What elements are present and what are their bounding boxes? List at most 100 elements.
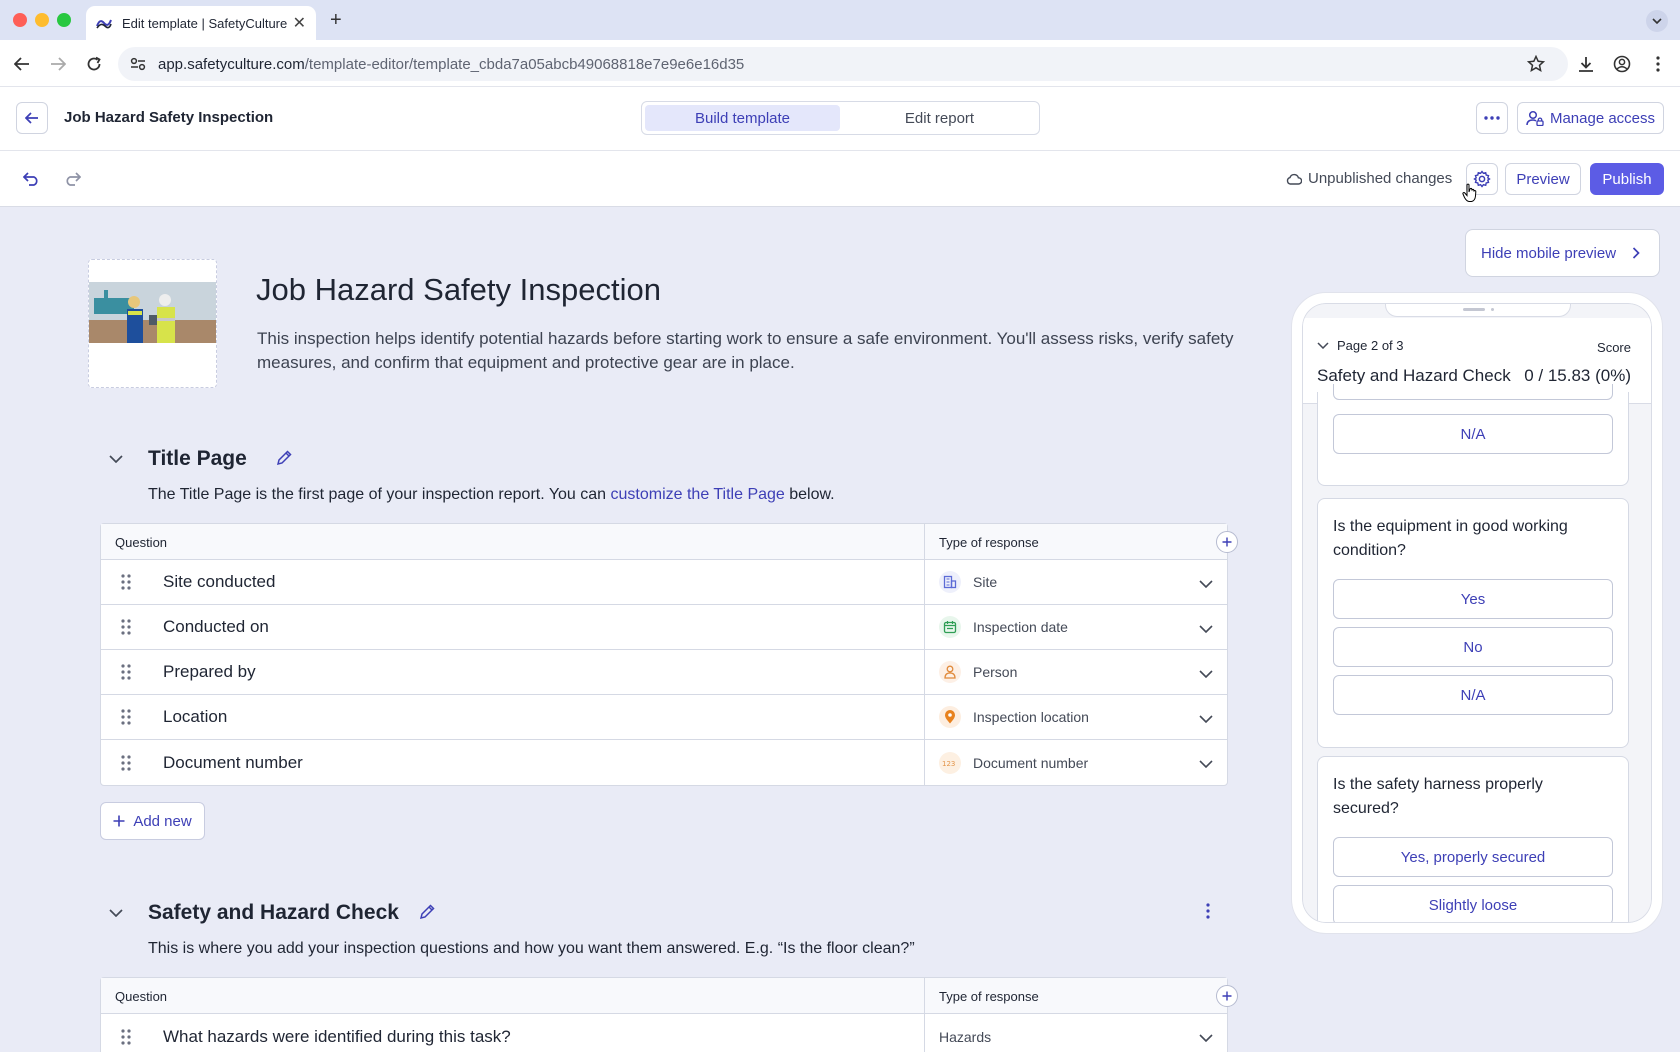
title-page-heading[interactable]: Title Page — [148, 447, 247, 471]
table-row[interactable]: Prepared by Person — [101, 650, 1227, 695]
chevron-down-icon[interactable] — [1199, 665, 1213, 681]
column-header-type: Type of response — [939, 535, 1039, 550]
collapse-safety-section-chevron-icon[interactable] — [106, 903, 126, 923]
bookmark-star-icon[interactable] — [1524, 52, 1548, 76]
chevron-down-icon[interactable] — [1199, 710, 1213, 726]
chevron-down-icon[interactable] — [1199, 755, 1213, 771]
response-type-select[interactable]: Site — [925, 560, 1227, 604]
question-text[interactable]: Prepared by — [151, 662, 256, 682]
table-row[interactable]: Location Inspection location — [101, 695, 1227, 740]
response-option[interactable]: N/A — [1333, 414, 1613, 454]
response-option-partial[interactable] — [1333, 384, 1613, 400]
question-text: Is the safety harness properly secured? — [1333, 776, 1543, 817]
close-window-button[interactable] — [13, 13, 27, 27]
response-option[interactable]: Yes — [1333, 579, 1613, 619]
response-type-select[interactable]: Person — [925, 650, 1227, 694]
forward-arrow-icon[interactable] — [46, 52, 70, 76]
question-card: N/A — [1317, 384, 1629, 486]
hide-mobile-preview-button[interactable]: Hide mobile preview — [1465, 229, 1660, 277]
chevron-down-icon[interactable] — [1199, 620, 1213, 636]
svg-text:123: 123 — [942, 760, 955, 768]
response-type-label: Document number — [973, 754, 1089, 771]
minimize-window-button[interactable] — [35, 13, 49, 27]
response-option[interactable]: N/A — [1333, 675, 1613, 715]
question-text[interactable]: Document number — [151, 753, 303, 773]
question-text[interactable]: What hazards were identified during this… — [151, 1027, 511, 1047]
undo-icon[interactable] — [21, 168, 43, 190]
edit-title-page-pencil-icon[interactable] — [273, 447, 295, 469]
page-selector[interactable]: Page 2 of 3 — [1317, 338, 1404, 353]
tab-build-template[interactable]: Build template — [645, 105, 840, 131]
drag-handle-icon[interactable] — [101, 709, 151, 725]
maximize-window-button[interactable] — [57, 13, 71, 27]
publish-button[interactable]: Publish — [1590, 163, 1664, 195]
url-path: /template-editor/template_cbda7a05abcb49… — [304, 55, 745, 73]
edit-safety-section-pencil-icon[interactable] — [416, 901, 438, 923]
table-row[interactable]: Document number 123 Document number — [101, 740, 1227, 785]
safety-section-heading[interactable]: Safety and Hazard Check — [148, 901, 399, 925]
table-row[interactable]: Conducted on Inspection date — [101, 605, 1227, 650]
question-text[interactable]: Location — [151, 707, 227, 727]
reload-icon[interactable] — [82, 52, 106, 76]
browser-menu-icon[interactable] — [1646, 52, 1670, 76]
question-text[interactable]: Site conducted — [151, 572, 275, 592]
response-option[interactable]: Yes, properly secured — [1333, 837, 1613, 877]
response-type-select[interactable]: Hazards — [925, 1014, 1227, 1052]
response-option[interactable]: No — [1333, 627, 1613, 667]
drag-handle-icon[interactable] — [101, 754, 151, 771]
customize-title-page-link[interactable]: customize the Title Page — [611, 486, 785, 503]
hide-mobile-preview-label: Hide mobile preview — [1481, 244, 1617, 262]
browser-tab[interactable]: Edit template | SafetyCulture ✕ — [86, 6, 316, 40]
drag-handle-icon[interactable] — [101, 619, 151, 635]
add-column-plus-icon[interactable] — [1216, 985, 1238, 1007]
score-value: 0 / 15.83 (0%) — [1524, 366, 1631, 385]
add-new-button[interactable]: Add new — [100, 802, 205, 840]
arrow-left-icon — [25, 112, 38, 124]
template-title[interactable]: Job Hazard Safety Inspection — [256, 272, 661, 308]
mode-switcher: Build template Edit report — [641, 101, 1040, 135]
close-tab-icon[interactable]: ✕ — [293, 13, 306, 33]
download-icon[interactable] — [1574, 52, 1598, 76]
response-type-label: Person — [973, 664, 1018, 680]
tab-edit-report[interactable]: Edit report — [842, 105, 1037, 131]
safety-section-description: This is where you add your inspection qu… — [148, 940, 915, 957]
mouse-pointer-icon — [1462, 183, 1478, 208]
response-type-select[interactable]: 123 Document number — [925, 740, 1227, 785]
mobile-section-title: Safety and Hazard Check — [1317, 366, 1511, 385]
add-column-plus-icon[interactable] — [1216, 531, 1238, 553]
back-button[interactable] — [16, 102, 48, 134]
editor-toolbar: Unpublished changes Preview Publish — [0, 151, 1680, 207]
question-text[interactable]: Conducted on — [151, 617, 269, 637]
profile-icon[interactable] — [1610, 52, 1634, 76]
drag-handle-icon[interactable] — [101, 574, 151, 590]
section-more-options-icon[interactable] — [1200, 900, 1216, 922]
response-type-select[interactable]: Inspection date — [925, 605, 1227, 649]
chevron-down-icon[interactable] — [1199, 575, 1213, 591]
table-row[interactable]: Site conducted Site — [101, 560, 1227, 605]
save-status-label: Unpublished changes — [1308, 170, 1453, 187]
browser-tab-bar: Edit template | SafetyCulture ✕ + — [0, 0, 1680, 40]
manage-access-button[interactable]: Manage access — [1517, 102, 1664, 134]
tab-list-chevron-icon[interactable] — [1646, 10, 1668, 32]
more-options-button[interactable] — [1476, 102, 1508, 134]
score-label: Score — [1597, 340, 1631, 355]
drag-handle-icon[interactable] — [101, 664, 151, 680]
response-option[interactable]: Slightly loose — [1333, 885, 1613, 922]
column-header-type: Type of response — [939, 989, 1039, 1004]
new-tab-icon[interactable]: + — [330, 9, 342, 32]
site-settings-icon[interactable] — [130, 57, 146, 71]
more-horizontal-icon — [1484, 116, 1500, 120]
template-image[interactable] — [88, 259, 217, 388]
url-field[interactable]: app.safetyculture.com/template-editor/te… — [118, 47, 1568, 81]
response-type-select[interactable]: Inspection location — [925, 695, 1227, 739]
chevron-down-icon — [1317, 342, 1329, 349]
redo-icon[interactable] — [61, 168, 83, 190]
preview-button[interactable]: Preview — [1505, 163, 1581, 195]
table-row[interactable]: What hazards were identified during this… — [101, 1014, 1227, 1052]
collapse-title-page-chevron-icon[interactable] — [106, 449, 126, 469]
back-arrow-icon[interactable] — [10, 52, 34, 76]
drag-handle-icon[interactable] — [101, 1028, 151, 1045]
mobile-preview-device: Page 2 of 3 Score Safety and Hazard Chec… — [1292, 293, 1662, 933]
template-description[interactable]: This inspection helps identify potential… — [257, 327, 1247, 375]
chevron-down-icon[interactable] — [1199, 1029, 1213, 1045]
